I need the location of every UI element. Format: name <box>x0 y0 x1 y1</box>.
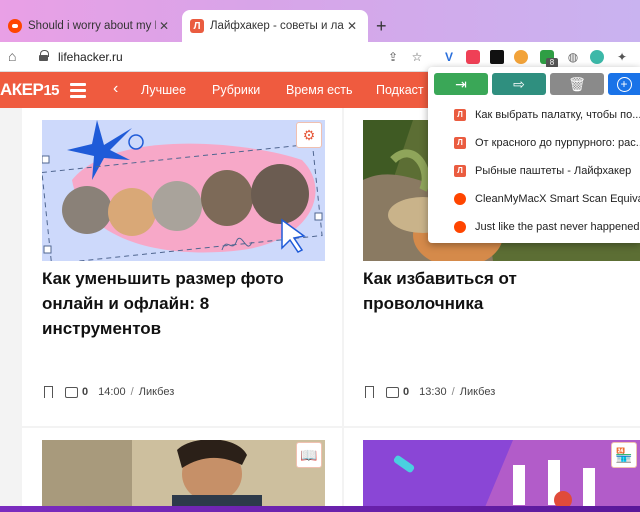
globe-icon[interactable]: ◍ <box>566 50 580 64</box>
article-title[interactable]: Как уменьшить размер фото онлайн и офлай… <box>42 266 332 341</box>
url-field[interactable]: lifehacker.ru <box>58 50 123 64</box>
login-icon: ⇥ <box>455 75 467 92</box>
popup-item[interactable]: Л От красного до пурпурного: рас... <box>454 129 640 157</box>
title-line: Как избавиться от <box>363 269 517 288</box>
login-button[interactable]: ⇥ <box>434 73 488 95</box>
article-meta: 0 14:00 / Ликбез <box>44 386 174 398</box>
menu-icon[interactable] <box>70 83 86 98</box>
meta-separator: / <box>451 386 455 398</box>
extension-teal-icon[interactable] <box>590 50 604 64</box>
browser-tab-strip: Should i worry about my M1 Ma ✕ Л Лайфха… <box>0 0 640 42</box>
trash-button[interactable]: 🗑 <box>550 73 604 95</box>
close-icon[interactable]: ✕ <box>156 19 172 33</box>
lifehacker-icon: Л <box>454 165 466 177</box>
article-image-promo[interactable]: 🏪 <box>363 440 640 512</box>
extension-popup: ⇥ ⇨ 🗑 + Л Как выбрать палатку, чтобы по.… <box>428 67 640 243</box>
article-meta: 0 13:30 / Ликбез <box>365 386 495 398</box>
home-icon[interactable]: ⌂ <box>8 48 16 64</box>
star-icon[interactable]: ☆ <box>410 50 424 64</box>
tab-title: Should i worry about my M1 Ma <box>28 20 156 32</box>
popup-item[interactable]: Л Как выбрать палатку, чтобы по... <box>454 101 640 129</box>
share-icon[interactable]: ⇪ <box>386 50 400 64</box>
title-line: инструментов <box>42 319 162 338</box>
nav-item-podcast[interactable]: Подкаст <box>376 83 424 97</box>
nav-item-best[interactable]: Лучшее <box>141 83 186 97</box>
article-card[interactable]: 🏪 <box>344 428 640 512</box>
pocket-icon[interactable] <box>466 50 480 64</box>
trash-icon: 🗑 <box>568 75 586 92</box>
extension-orange-icon[interactable] <box>514 50 528 64</box>
popup-item[interactable]: Just like the past never happened... <box>454 213 640 241</box>
extension-v-icon[interactable]: V <box>442 50 456 64</box>
title-line: Как уменьшить размер фото <box>42 269 284 288</box>
nav-item-time[interactable]: Время есть <box>286 83 353 97</box>
lifehacker-icon: Л <box>190 19 204 33</box>
dock-edge <box>0 506 640 512</box>
popup-item[interactable]: Л Рыбные паштеты - Лайфхакер <box>454 157 640 185</box>
book-icon: 📖 <box>296 442 322 468</box>
popup-item-text: Just like the past never happened... <box>475 221 640 233</box>
plus-icon: + <box>616 76 632 92</box>
close-icon[interactable]: ✕ <box>344 19 360 33</box>
lifehacker-icon: Л <box>454 109 466 121</box>
lock-icon[interactable] <box>39 50 49 61</box>
extension-dark-icon[interactable] <box>490 50 504 64</box>
popup-item-text: Рыбные паштеты - Лайфхакер <box>475 165 632 177</box>
title-line: проволочника <box>363 294 484 313</box>
article-category[interactable]: Ликбез <box>139 386 175 398</box>
bookmark-icon[interactable] <box>44 386 53 398</box>
article-time: 14:00 <box>98 386 126 398</box>
reddit-icon <box>454 193 466 205</box>
nav-item-rubrics[interactable]: Рубрики <box>212 83 260 97</box>
logout-button[interactable]: ⇨ <box>492 73 546 95</box>
shop-icon: 🏪 <box>611 442 637 468</box>
comment-icon[interactable] <box>386 386 399 398</box>
bookmark-icon[interactable] <box>365 386 374 398</box>
article-time: 13:30 <box>419 386 447 398</box>
comment-count[interactable]: 0 <box>82 386 88 398</box>
comment-count[interactable]: 0 <box>403 386 409 398</box>
add-button[interactable]: + <box>608 73 640 95</box>
logo-text: АКЕР <box>0 80 44 99</box>
article-title[interactable]: Как избавиться от проволочника <box>363 266 633 316</box>
reddit-icon <box>8 19 22 33</box>
popup-item[interactable]: CleanMyMacX Smart Scan Equival... <box>454 185 640 213</box>
title-line: онлайн и офлайн: 8 <box>42 294 210 313</box>
site-logo[interactable]: АКЕР15 <box>0 80 60 100</box>
article-card[interactable]: ⚙ Как уменьшить размер фото онлайн и офл… <box>22 108 342 426</box>
tab-title: Лайфхакер - советы и лайфха <box>210 20 344 32</box>
new-tab-button[interactable]: + <box>376 16 387 37</box>
popup-item-text: От красного до пурпурного: рас... <box>475 137 640 149</box>
nav-back-icon[interactable]: ‹ <box>113 80 118 98</box>
article-image-person[interactable]: 📖 <box>42 440 325 512</box>
logout-icon: ⇨ <box>513 75 525 92</box>
lifehacker-icon: Л <box>454 137 466 149</box>
article-category[interactable]: Ликбез <box>460 386 496 398</box>
popup-item-text: CleanMyMacX Smart Scan Equival... <box>475 193 640 205</box>
meta-separator: / <box>130 386 134 398</box>
category-icon: ⚙ <box>296 122 322 148</box>
tab-lifehacker[interactable]: Л Лайфхакер - советы и лайфха ✕ <box>182 10 368 42</box>
reddit-icon <box>454 221 466 233</box>
comment-icon[interactable] <box>65 386 78 398</box>
article-card[interactable]: 📖 <box>22 428 342 512</box>
tab-reddit[interactable]: Should i worry about my M1 Ma ✕ <box>0 10 180 42</box>
article-image-cats[interactable]: ⚙ <box>42 120 325 261</box>
popup-item-text: Как выбрать палатку, чтобы по... <box>475 109 640 121</box>
logo-number: 15 <box>43 82 60 99</box>
puzzle-icon[interactable]: ✦ <box>615 50 629 64</box>
